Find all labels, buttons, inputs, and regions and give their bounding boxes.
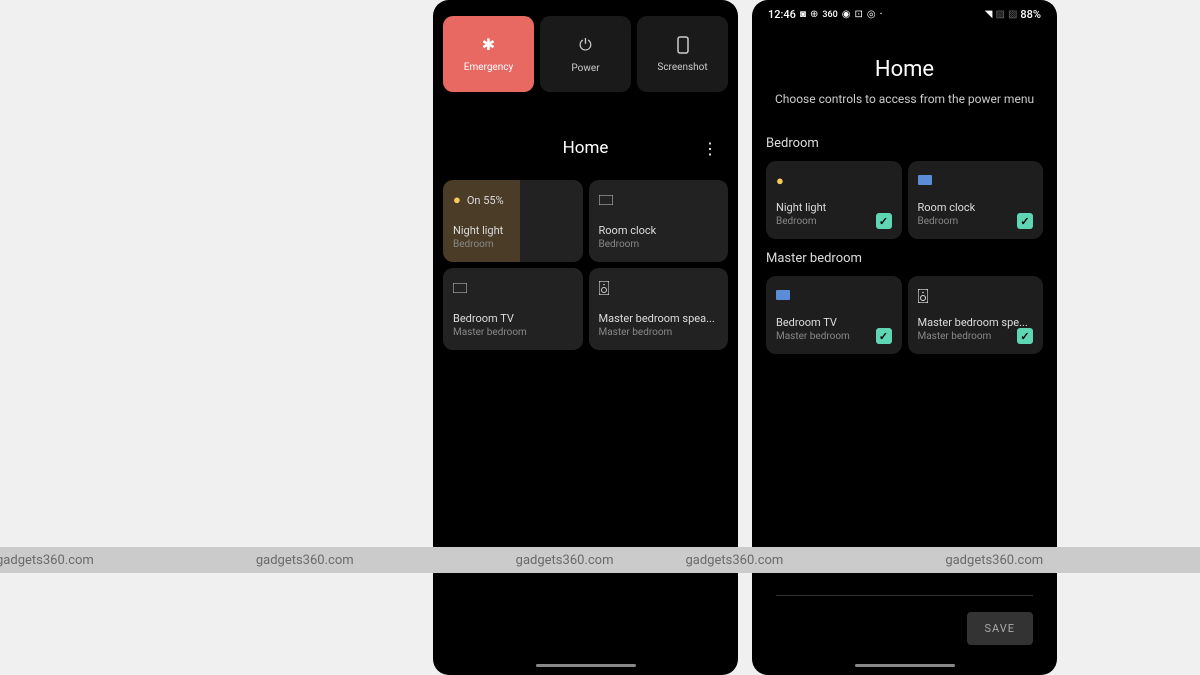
emergency-label: Emergency <box>464 62 513 73</box>
status-icon: 360 <box>822 10 837 20</box>
signal-icon: ▨ <box>1008 9 1017 20</box>
power-label: Power <box>571 63 599 74</box>
control-room-clock[interactable]: Room clock Bedroom <box>589 180 729 262</box>
control-name: Master bedroom spea... <box>599 312 719 325</box>
control-master-speaker[interactable]: Master bedroom spea... Master bedroom <box>589 268 729 350</box>
select-room-clock[interactable]: Room clock Bedroom ✓ <box>908 161 1044 239</box>
navigation-bar[interactable] <box>855 664 955 667</box>
checkbox-checked[interactable]: ✓ <box>876 213 892 229</box>
device-controls-grid: ● On 55% Night light Bedroom Room clock … <box>433 180 738 350</box>
watermark-bar: gadgets360.com gadgets360.com gadgets360… <box>0 547 1200 573</box>
status-icon: ◙ <box>800 9 806 20</box>
bulb-icon: ● <box>453 192 461 208</box>
wifi-icon: ◥ <box>985 9 993 20</box>
screenshot-icon <box>676 35 690 55</box>
section-title: Home <box>563 138 609 158</box>
device-name: Night light <box>776 201 892 214</box>
header: Home Choose controls to access from the … <box>752 29 1057 124</box>
status-icon: ⊡ <box>854 9 862 20</box>
save-area: SAVE <box>776 595 1033 645</box>
page-subtitle: Choose controls to access from the power… <box>770 92 1039 106</box>
more-menu-icon[interactable]: ⋮ <box>702 139 716 158</box>
device-name: Master bedroom spe... <box>918 316 1034 329</box>
power-button[interactable]: ⏻ Power <box>540 16 631 92</box>
phone-screen-power-menu: ✱ Emergency ⏻ Power Screenshot Home ⋮ ● … <box>433 0 738 675</box>
status-icon: · <box>880 9 883 20</box>
device-name: Room clock <box>918 201 1034 214</box>
speaker-icon <box>918 288 1034 303</box>
control-name: Night light <box>453 224 573 237</box>
status-icon: ◉ <box>842 9 851 20</box>
status-bar: 12:46 ◙ ⊕ 360 ◉ ⊡ ◎ · ◥ ▨ ▨ 88% <box>752 0 1057 29</box>
watermark: gadgets360.com <box>669 553 799 568</box>
control-name: Bedroom TV <box>453 312 573 325</box>
bulb-icon: ● <box>776 173 892 189</box>
room-section-master-bedroom: Master bedroom Bedroom TV Master bedroom… <box>752 239 1057 354</box>
clock-icon <box>918 173 1034 186</box>
device-room: Master bedroom <box>776 331 892 342</box>
control-bedroom-tv[interactable]: Bedroom TV Master bedroom <box>443 268 583 350</box>
watermark: gadgets360.com <box>0 553 110 568</box>
select-night-light[interactable]: ● Night light Bedroom ✓ <box>766 161 902 239</box>
select-bedroom-tv[interactable]: Bedroom TV Master bedroom ✓ <box>766 276 902 354</box>
quick-actions-row: ✱ Emergency ⏻ Power Screenshot <box>433 0 738 108</box>
speaker-icon <box>599 280 609 295</box>
control-room: Bedroom <box>453 239 573 250</box>
tv-icon <box>453 280 467 295</box>
power-icon: ⏻ <box>579 35 592 55</box>
room-label: Master bedroom <box>766 251 1043 266</box>
screenshot-button[interactable]: Screenshot <box>637 16 728 92</box>
phone-screen-choose-controls: 12:46 ◙ ⊕ 360 ◉ ⊡ ◎ · ◥ ▨ ▨ 88% Home Cho… <box>752 0 1057 675</box>
status-icon: ◎ <box>867 9 876 20</box>
device-room: Master bedroom <box>918 331 1034 342</box>
save-button[interactable]: SAVE <box>967 612 1034 645</box>
battery-percent: 88% <box>1020 8 1041 21</box>
device-room: Bedroom <box>918 216 1034 227</box>
emergency-button[interactable]: ✱ Emergency <box>443 16 534 92</box>
tv-icon <box>599 192 613 207</box>
control-room: Master bedroom <box>599 327 719 338</box>
device-room: Bedroom <box>776 216 892 227</box>
status-time: 12:46 <box>768 8 796 21</box>
screenshot-label: Screenshot <box>657 62 707 73</box>
checkbox-checked[interactable]: ✓ <box>1017 328 1033 344</box>
control-status: On 55% <box>467 194 504 207</box>
checkbox-checked[interactable]: ✓ <box>1017 213 1033 229</box>
watermark: gadgets360.com <box>500 553 630 568</box>
tv-icon <box>776 288 892 301</box>
watermark: gadgets360.com <box>240 553 370 568</box>
select-master-speaker[interactable]: Master bedroom spe... Master bedroom ✓ <box>908 276 1044 354</box>
room-section-bedroom: Bedroom ● Night light Bedroom ✓ Room clo… <box>752 124 1057 239</box>
navigation-bar[interactable] <box>536 664 636 667</box>
watermark: gadgets360.com <box>929 553 1059 568</box>
control-room: Master bedroom <box>453 327 573 338</box>
control-name: Room clock <box>599 224 719 237</box>
control-night-light[interactable]: ● On 55% Night light Bedroom <box>443 180 583 262</box>
page-title: Home <box>770 57 1039 82</box>
room-label: Bedroom <box>766 136 1043 151</box>
checkbox-checked[interactable]: ✓ <box>876 328 892 344</box>
home-section-header: Home ⋮ <box>433 108 738 180</box>
signal-icon: ▨ <box>995 9 1004 20</box>
emergency-icon: ✱ <box>482 35 495 54</box>
device-name: Bedroom TV <box>776 316 892 329</box>
status-icon: ⊕ <box>810 9 818 20</box>
control-room: Bedroom <box>599 239 719 250</box>
